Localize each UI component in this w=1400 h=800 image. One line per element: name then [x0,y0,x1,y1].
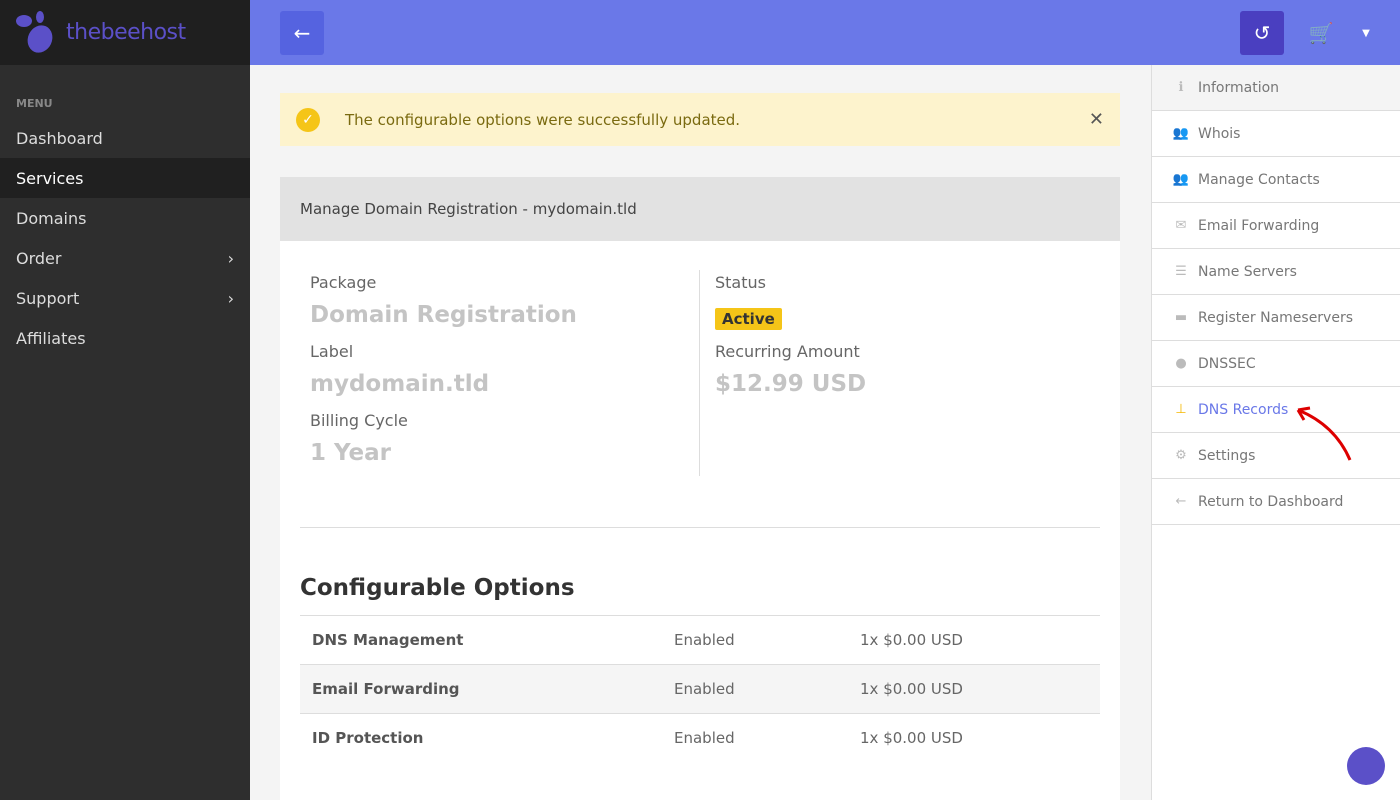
annotation-arrow-icon [1296,406,1352,461]
server-icon: ☰ [1175,264,1187,279]
hdd-icon: ▬ [1174,310,1188,325]
configurable-options-heading: Configurable Options [300,575,575,601]
nav-affiliates[interactable]: Affiliates [0,318,250,358]
option-name: Email Forwarding [300,664,662,714]
status-label: Status [715,273,766,292]
menu-information[interactable]: ℹ Information [1152,65,1400,111]
menu-dnssec[interactable]: ● DNSSEC [1152,341,1400,387]
chevron-right-icon: › [227,248,234,268]
divider [699,270,700,476]
check-circle-icon: ✓ [296,107,320,132]
bee-logo-icon [16,10,53,53]
cycle-value: 1 Year [310,440,392,466]
menu-email-forwarding[interactable]: ✉ Email Forwarding [1152,203,1400,249]
option-state: Enabled [662,615,848,665]
sidebar: thebeehost MENU Dashboard Services Domai… [0,0,250,800]
status-badge: Active [715,308,782,330]
undo-icon: ↺ [1253,21,1271,45]
table-row: ID Protection Enabled 1x $0.00 USD [300,713,1100,763]
cart-button[interactable]: 🛒 [1299,11,1343,55]
package-value: Domain Registration [310,302,577,328]
back-button[interactable]: ← [280,11,324,55]
users-icon: 👥 [1172,126,1190,141]
amount-value: $12.99 USD [715,371,867,397]
option-price: 1x $0.00 USD [848,615,1100,665]
label-value: mydomain.tld [310,371,490,397]
menu-name-servers[interactable]: ☰ Name Servers [1152,249,1400,295]
caret-down-icon: ▼ [1362,27,1370,39]
users-icon: 👥 [1172,172,1190,187]
chevron-right-icon: › [227,288,234,308]
chat-widget-button[interactable] [1347,747,1385,785]
options-table: DNS Management Enabled 1x $0.00 USD Email … [300,615,1100,763]
menu-dns-records[interactable]: ⊥ DNS Records [1152,387,1400,433]
envelope-icon: ✉ [1175,218,1187,233]
nav-services[interactable]: Services [0,158,250,198]
nav-domains[interactable]: Domains [0,198,250,238]
amount-label: Recurring Amount [715,342,860,361]
menu-whois[interactable]: 👥 Whois [1152,111,1400,157]
menu-return-dashboard[interactable]: ← Return to Dashboard [1152,479,1400,525]
arrow-left-icon: ← [293,21,311,45]
option-price: 1x $0.00 USD [848,713,1100,763]
domain-actions-menu: ℹ Information 👥 Whois 👥 Manage Contacts ✉ Em… [1151,65,1400,800]
gear-icon: ⚙ [1175,448,1187,463]
success-alert: ✓ The configurable options were successf… [280,93,1120,146]
option-name: DNS Management [300,615,662,665]
package-label: Package [310,273,377,292]
card-title: Manage Domain Registration - mydomain.tl… [280,177,1120,241]
brand-name: thebeehost [66,20,186,45]
close-icon[interactable]: ✕ [1089,109,1104,130]
nav-dashboard[interactable]: Dashboard [0,118,250,158]
divider [300,527,1100,528]
cycle-label: Billing Cycle [310,411,408,430]
nav-order[interactable]: Order › [0,238,250,278]
alert-message: The configurable options were successful… [345,110,741,129]
nav-support[interactable]: Support › [0,278,250,318]
domain-card: Manage Domain Registration - mydomain.tl… [280,177,1120,800]
arrow-left-icon: ← [1175,494,1187,509]
refresh-button[interactable]: ↺ [1240,11,1284,55]
menu-register-nameservers[interactable]: ▬ Register Nameservers [1152,295,1400,341]
option-state: Enabled [662,713,848,763]
menu-manage-contacts[interactable]: 👥 Manage Contacts [1152,157,1400,203]
sitemap-icon: ⊥ [1175,402,1187,417]
table-row: DNS Management Enabled 1x $0.00 USD [300,615,1100,665]
option-price: 1x $0.00 USD [848,664,1100,714]
account-dropdown[interactable]: ▼ [1344,11,1388,55]
option-name: ID Protection [300,713,662,763]
info-icon: ℹ [1178,80,1184,95]
top-bar: ← ↺ 🛒 ▼ [250,0,1400,65]
menu-settings[interactable]: ⚙ Settings [1152,433,1400,479]
logo[interactable]: thebeehost [0,0,250,65]
table-row: Email Forwarding Enabled 1x $0.00 USD [300,664,1100,714]
option-state: Enabled [662,664,848,714]
menu-heading: MENU [16,97,53,110]
globe-icon: ● [1175,356,1187,371]
label-label: Label [310,342,354,361]
cart-icon: 🛒 [1308,21,1334,45]
